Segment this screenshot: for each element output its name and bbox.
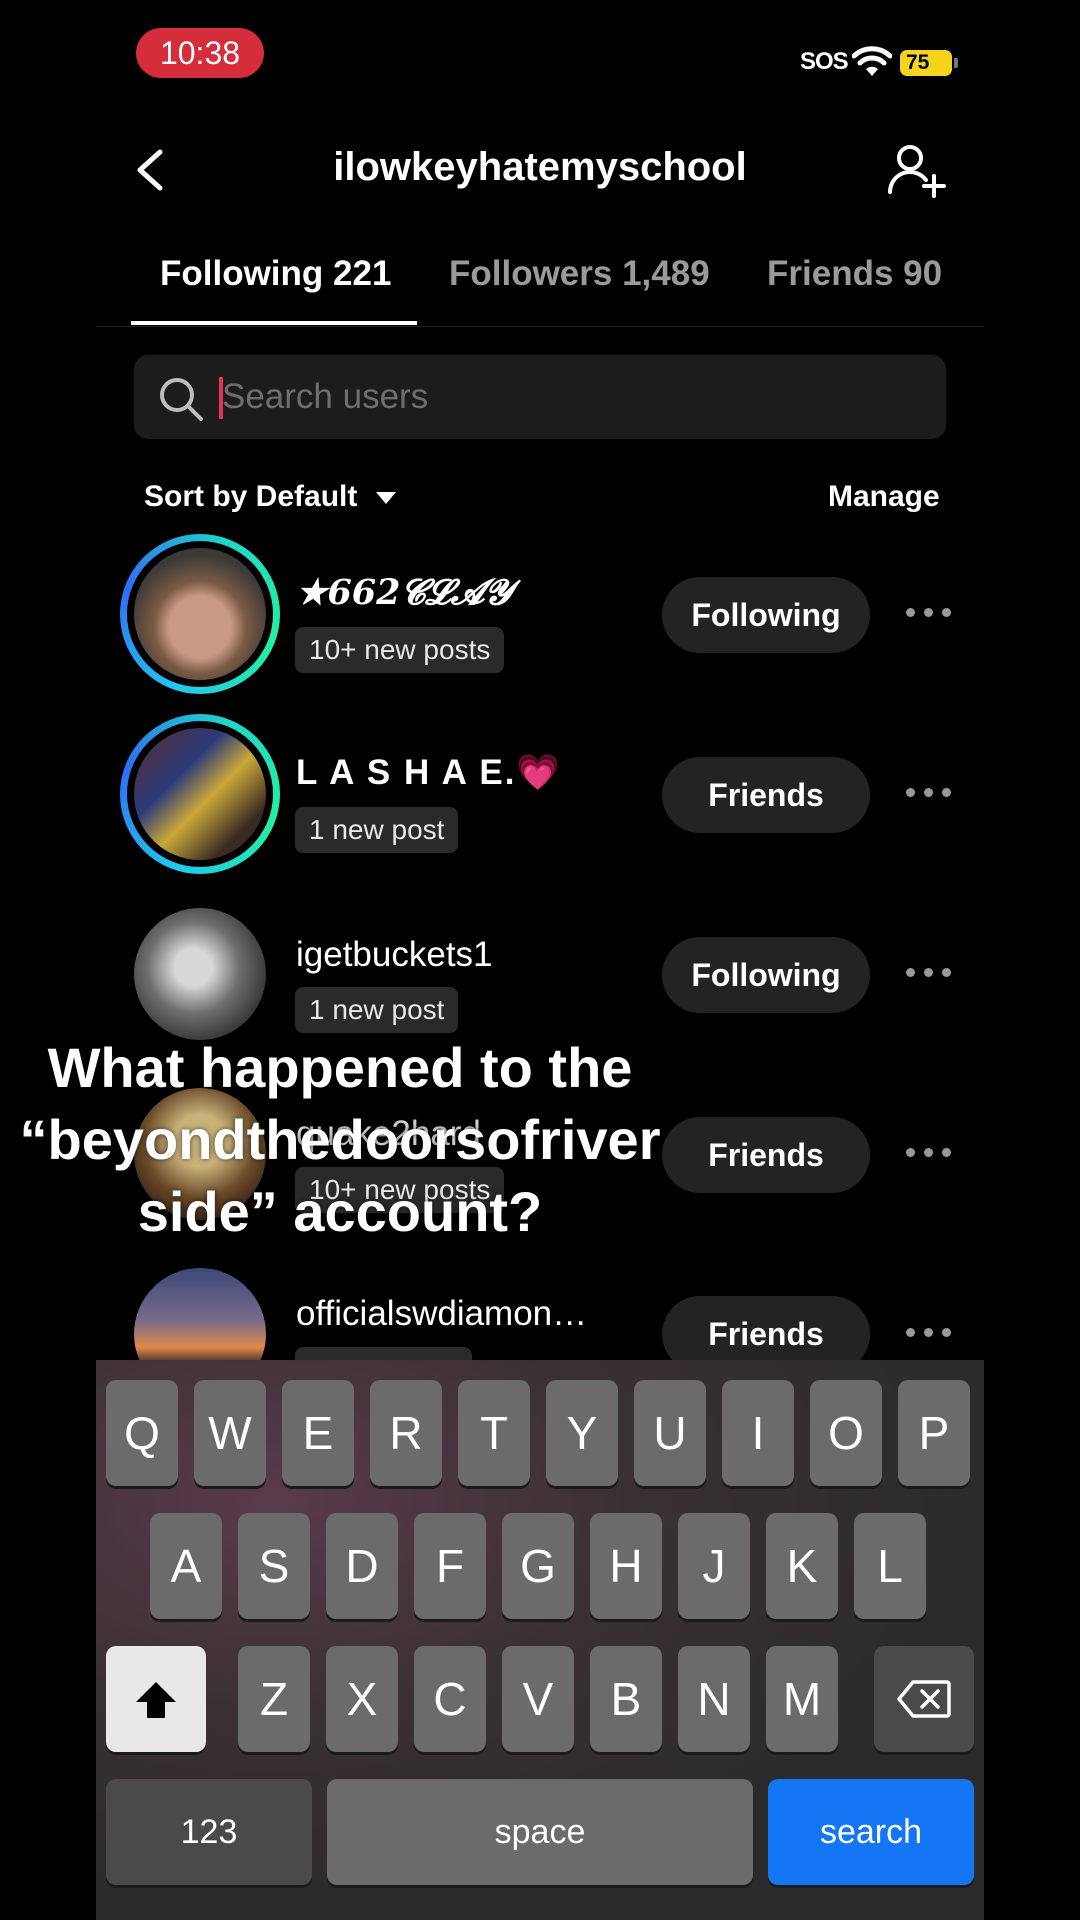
key-k[interactable]: K: [766, 1513, 838, 1619]
manage-button[interactable]: Manage: [828, 480, 940, 514]
more-options-icon[interactable]: [906, 608, 952, 620]
avatar[interactable]: [134, 728, 266, 860]
tab-following[interactable]: Following 221: [160, 254, 391, 294]
wifi-icon: [852, 46, 892, 76]
key-h[interactable]: H: [590, 1513, 662, 1619]
sort-dropdown[interactable]: Sort by Default: [144, 480, 357, 514]
key-p[interactable]: P: [898, 1380, 970, 1486]
more-options-icon[interactable]: [906, 1328, 952, 1340]
search-icon: [160, 378, 203, 421]
key-l[interactable]: L: [854, 1513, 926, 1619]
key-r[interactable]: R: [370, 1380, 442, 1486]
key-w[interactable]: W: [194, 1380, 266, 1486]
key-z[interactable]: Z: [238, 1646, 310, 1752]
key-d[interactable]: D: [326, 1513, 398, 1619]
sos-indicator: SOS: [800, 48, 849, 75]
key-q[interactable]: Q: [106, 1380, 178, 1486]
active-tab-indicator: [131, 321, 417, 325]
avatar[interactable]: [134, 548, 266, 680]
friends-button[interactable]: Friends: [662, 757, 870, 833]
avatar[interactable]: [134, 908, 266, 1040]
key-y[interactable]: Y: [546, 1380, 618, 1486]
new-posts-badge: 1 new post: [295, 987, 459, 1033]
more-options-icon[interactable]: [906, 788, 952, 800]
search-input[interactable]: [222, 372, 822, 422]
key-c[interactable]: C: [414, 1646, 486, 1752]
key-o[interactable]: O: [810, 1380, 882, 1486]
page-title: ilowkeyhatemyschool: [333, 145, 747, 189]
more-options-icon[interactable]: [906, 968, 952, 980]
caption-line: side” account?: [137, 1180, 543, 1243]
key-v[interactable]: V: [502, 1646, 574, 1752]
key-i[interactable]: I: [722, 1380, 794, 1486]
key-f[interactable]: F: [414, 1513, 486, 1619]
battery-indicator: 75: [900, 50, 958, 76]
space-key[interactable]: space: [327, 1779, 753, 1885]
status-time: 10:38: [136, 28, 264, 78]
new-posts-badge: 10+ new posts: [295, 627, 505, 673]
video-caption-overlay: What happened to the “beyondthedoorsofri…: [0, 1032, 680, 1248]
keyboard: Q W E R T Y U I O P A S D F G H J K L Z …: [96, 1360, 984, 1920]
delete-key[interactable]: [874, 1646, 974, 1752]
key-e[interactable]: E: [282, 1380, 354, 1486]
key-x[interactable]: X: [326, 1646, 398, 1752]
caption-line: “beyondthedoorsofriver: [19, 1108, 661, 1171]
key-s[interactable]: S: [238, 1513, 310, 1619]
tab-followers[interactable]: Followers 1,489: [449, 254, 710, 294]
friends-button[interactable]: Friends: [662, 1117, 870, 1193]
following-button[interactable]: Following: [662, 937, 870, 1013]
key-a[interactable]: A: [150, 1513, 222, 1619]
username[interactable]: ★662𝓒𝓛𝓐𝓨: [296, 572, 512, 613]
shift-icon: [136, 1682, 176, 1718]
numbers-key[interactable]: 123: [106, 1779, 312, 1885]
shift-key[interactable]: [106, 1646, 206, 1752]
key-g[interactable]: G: [502, 1513, 574, 1619]
add-user-icon[interactable]: [886, 142, 946, 198]
key-u[interactable]: U: [634, 1380, 706, 1486]
search-key[interactable]: search: [768, 1779, 974, 1885]
backspace-icon: [897, 1680, 951, 1718]
username[interactable]: L A S H A E.💗: [296, 752, 562, 793]
tab-friends[interactable]: Friends 90: [767, 254, 942, 294]
caption-line: What happened to the: [47, 1036, 633, 1099]
chevron-left-icon[interactable]: [130, 148, 170, 192]
key-m[interactable]: M: [766, 1646, 838, 1752]
username[interactable]: officialswdiamon…: [296, 1294, 587, 1334]
following-button[interactable]: Following: [662, 577, 870, 653]
new-posts-badge: 1 new post: [295, 807, 459, 853]
key-b[interactable]: B: [590, 1646, 662, 1752]
tabs-divider: [96, 326, 984, 327]
username[interactable]: igetbuckets1: [296, 935, 493, 975]
more-options-icon[interactable]: [906, 1148, 952, 1160]
caret-down-icon[interactable]: [376, 492, 396, 504]
key-n[interactable]: N: [678, 1646, 750, 1752]
key-t[interactable]: T: [458, 1380, 530, 1486]
key-j[interactable]: J: [678, 1513, 750, 1619]
